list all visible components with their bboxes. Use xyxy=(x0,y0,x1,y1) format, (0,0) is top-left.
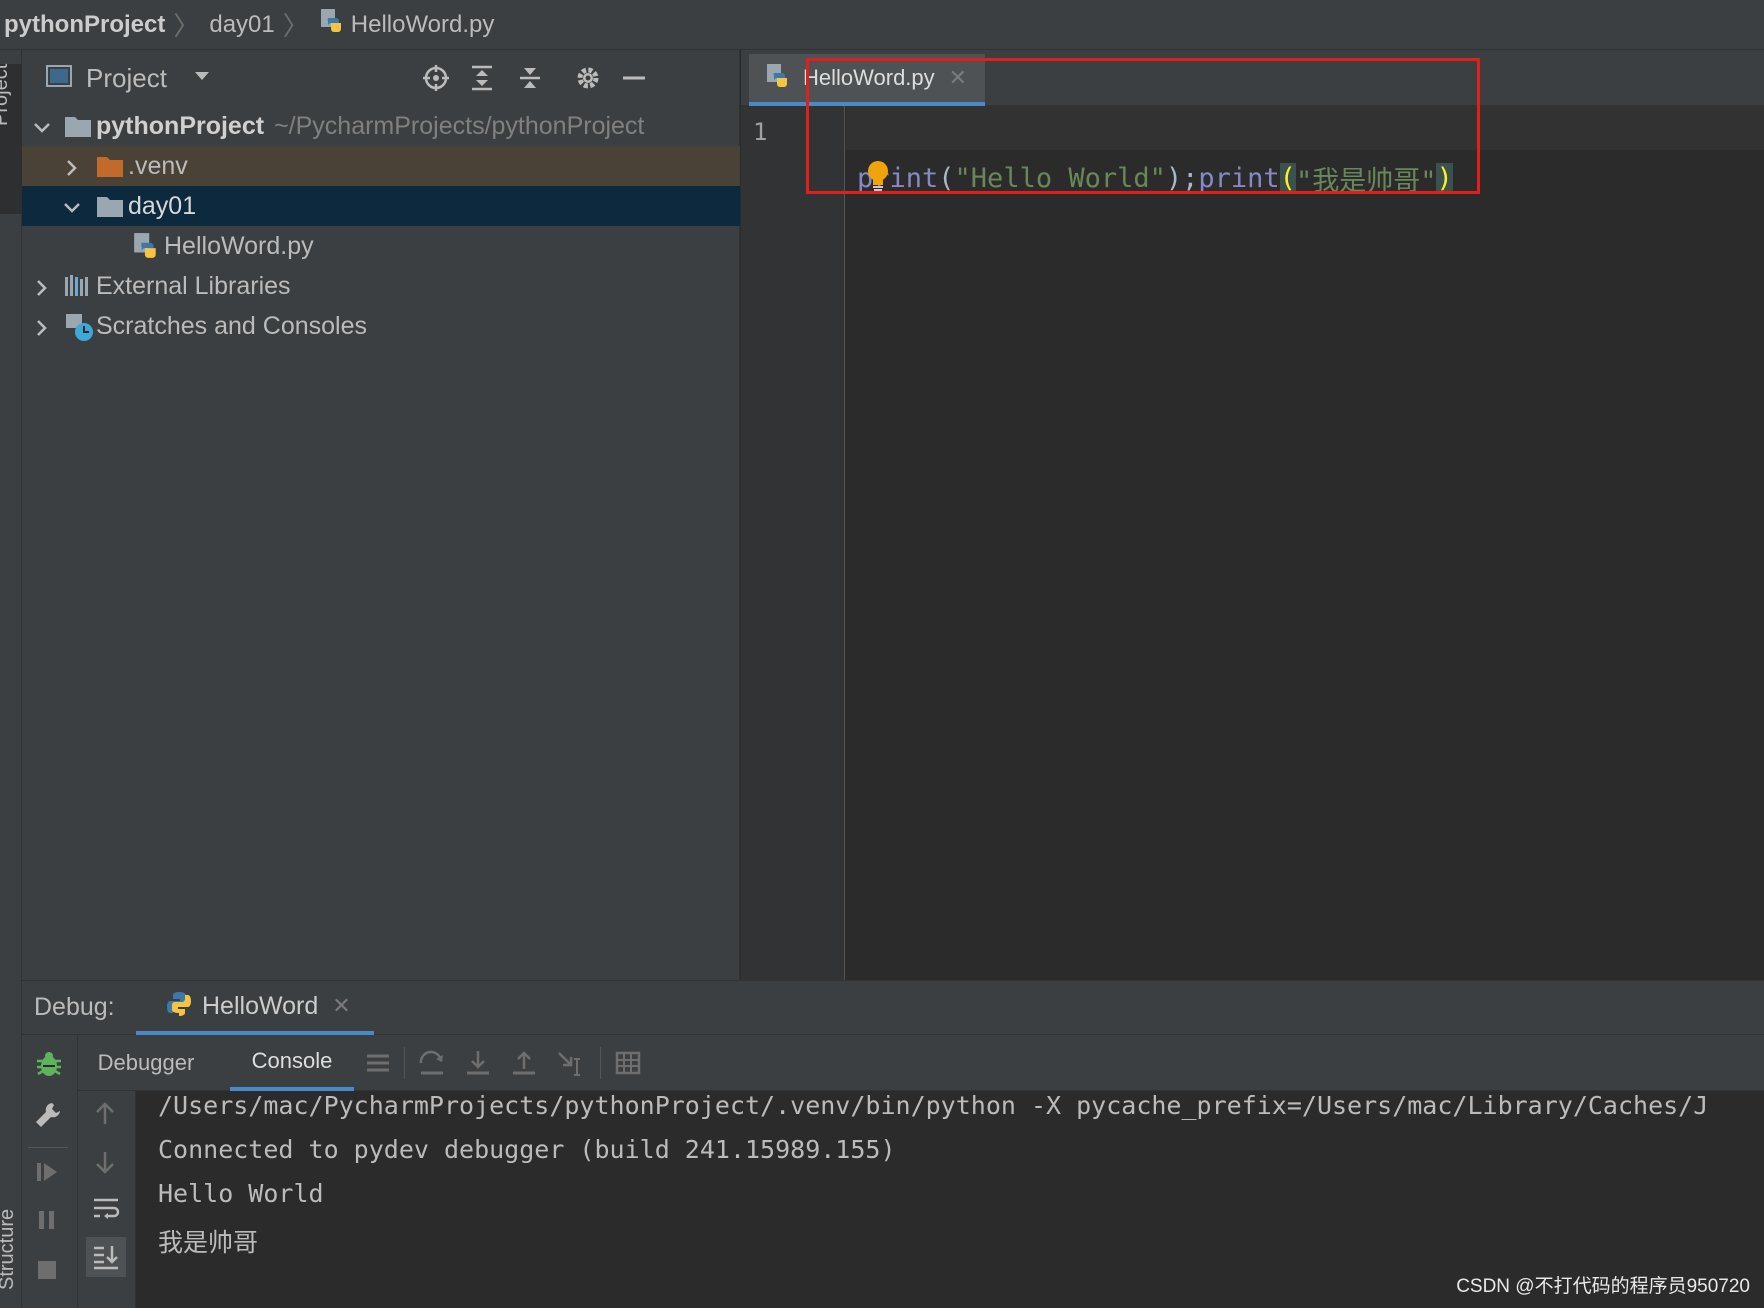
debug-label: Debug: xyxy=(34,993,115,1021)
evaluate-table-icon[interactable] xyxy=(612,1047,644,1079)
step-over-icon[interactable] xyxy=(416,1047,448,1079)
breadcrumb-project[interactable]: pythonProject xyxy=(4,11,165,39)
arrow-down-icon[interactable] xyxy=(92,1149,118,1180)
locate-icon[interactable] xyxy=(420,62,452,94)
chevron-right-icon[interactable] xyxy=(32,316,52,336)
project-panel: Project pythonProject ~/PycharmProjects/p… xyxy=(22,50,740,980)
line-number: 1 xyxy=(753,118,768,146)
chevron-down-icon[interactable] xyxy=(62,196,82,216)
chevron-right-icon[interactable] xyxy=(32,276,52,296)
breadcrumb-folder[interactable]: day01 xyxy=(209,11,274,39)
tree-item-label: pythonProject ~/PycharmProjects/pythonPro… xyxy=(96,112,644,141)
debug-side-toolbar xyxy=(22,1035,78,1308)
project-panel-header: Project xyxy=(22,50,740,106)
console-line: /Users/mac/PycharmProjects/pythonProject… xyxy=(158,1091,1709,1120)
folder-icon xyxy=(96,194,124,225)
debug-toolbar: Debugger Console xyxy=(78,1035,1764,1091)
tree-item-pythonproject[interactable]: pythonProject ~/PycharmProjects/pythonPro… xyxy=(22,106,740,146)
folder-icon xyxy=(64,114,92,145)
soft-wrap-icon[interactable] xyxy=(92,1195,120,1228)
python-file-icon xyxy=(319,8,345,41)
tree-item-venv[interactable]: .venv xyxy=(22,146,740,186)
editor-gutter: 1 xyxy=(741,106,845,980)
project-tool-tab[interactable]: Project xyxy=(0,64,22,214)
resume-icon[interactable] xyxy=(34,1159,60,1190)
chevron-right-icon[interactable] xyxy=(62,156,82,176)
debug-run-tab[interactable]: HelloWord ✕ xyxy=(136,981,374,1035)
hide-panel-icon[interactable] xyxy=(618,62,650,94)
close-icon[interactable]: ✕ xyxy=(332,993,350,1019)
divider xyxy=(28,1147,68,1148)
project-root-name: pythonProject xyxy=(96,111,265,140)
left-tool-strip: Project Structure xyxy=(0,50,22,1308)
arrow-up-icon[interactable] xyxy=(92,1101,118,1132)
collapse-all-icon[interactable] xyxy=(514,62,546,94)
tree-item-scratches[interactable]: Scratches and Consoles xyxy=(22,306,740,346)
breadcrumb-separator: 〉 xyxy=(173,11,200,41)
divider xyxy=(404,1047,405,1079)
breadcrumb: pythonProject 〉 day01 〉 HelloWord.py xyxy=(0,0,1764,50)
project-view-title[interactable]: Project xyxy=(86,63,167,94)
console-line: 我是帅哥 xyxy=(158,1228,259,1257)
tab-console[interactable]: Console xyxy=(230,1035,354,1091)
python-icon xyxy=(166,991,192,1022)
tree-item-label: day01 xyxy=(128,191,197,220)
expand-all-icon[interactable] xyxy=(466,62,498,94)
console-line: Hello World xyxy=(158,1179,324,1208)
scroll-to-end-icon[interactable] xyxy=(86,1237,126,1277)
watermark: CSDN @不打代码的程序员950720 xyxy=(1456,1276,1750,1297)
debug-run-tab-label: HelloWord xyxy=(202,991,319,1020)
list-icon[interactable] xyxy=(362,1047,394,1079)
pause-icon[interactable] xyxy=(34,1207,60,1238)
wrench-icon[interactable] xyxy=(34,1101,62,1134)
tree-item-label: External Libraries xyxy=(96,271,291,300)
structure-tool-label[interactable]: Structure xyxy=(0,1209,19,1290)
project-view-icon xyxy=(46,64,72,93)
console-line: Connected to pydev debugger (build 241.1… xyxy=(158,1135,896,1164)
debug-header: Debug: HelloWord ✕ xyxy=(22,981,1764,1035)
tree-item-external-libraries[interactable]: External Libraries xyxy=(22,266,740,306)
breadcrumb-separator: 〉 xyxy=(282,11,309,41)
library-icon xyxy=(64,274,92,305)
project-root-path: ~/PycharmProjects/pythonProject xyxy=(274,111,645,140)
debug-bug-icon[interactable] xyxy=(34,1049,64,1084)
tree-item-helloword[interactable]: HelloWord.py xyxy=(22,226,740,266)
console-side-toolbar xyxy=(78,1089,136,1308)
tree-item-label: HelloWord.py xyxy=(164,231,314,260)
tree-item-day01[interactable]: day01 xyxy=(22,186,740,226)
tree-item-label: Scratches and Consoles xyxy=(96,311,367,340)
annotation-box-code xyxy=(806,58,1480,194)
divider xyxy=(600,1047,601,1079)
breadcrumb-file[interactable]: HelloWord.py xyxy=(351,11,495,39)
scratches-icon xyxy=(64,312,94,349)
step-out-icon[interactable] xyxy=(508,1047,540,1079)
python-file-icon xyxy=(765,63,791,94)
chevron-down-icon[interactable] xyxy=(193,69,211,87)
tree-item-label: .venv xyxy=(128,151,188,180)
debug-panel: Debug: HelloWord ✕ Debugger Console /Use… xyxy=(22,980,1764,1308)
chevron-down-icon[interactable] xyxy=(32,116,52,136)
project-tool-label: Project xyxy=(0,63,12,126)
step-into-icon[interactable] xyxy=(462,1047,494,1079)
tab-debugger[interactable]: Debugger xyxy=(88,1035,204,1091)
run-to-cursor-icon[interactable] xyxy=(554,1047,586,1079)
excluded-folder-icon xyxy=(96,154,124,185)
stop-icon[interactable] xyxy=(34,1257,60,1288)
python-file-icon xyxy=(132,232,160,267)
gear-icon[interactable] xyxy=(572,62,604,94)
